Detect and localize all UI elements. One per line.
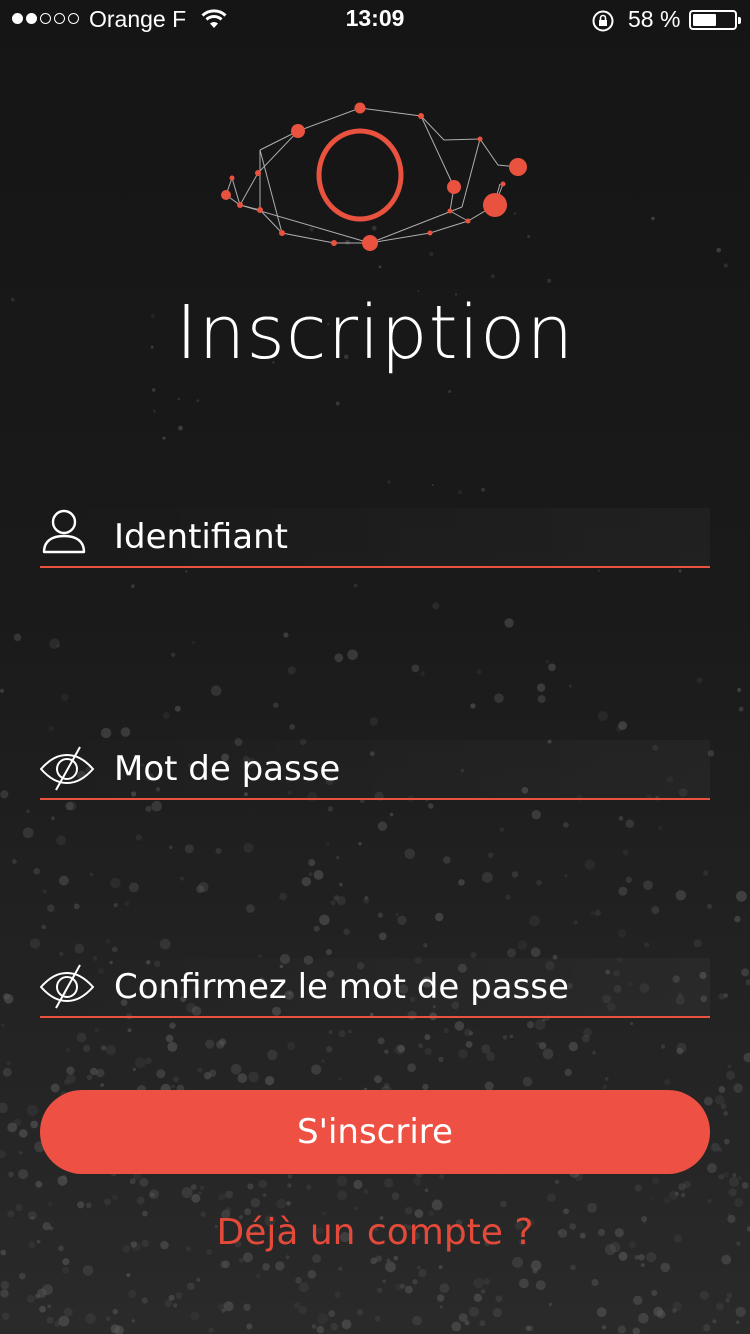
status-bar: Orange F 13:09 58 % — [0, 0, 750, 40]
user-icon — [42, 509, 86, 554]
page-title: Inscription — [175, 290, 575, 376]
battery-icon — [689, 10, 741, 30]
password-field[interactable] — [40, 740, 710, 800]
battery-percentage: 58 % — [628, 6, 681, 32]
username-input[interactable] — [114, 512, 704, 562]
signup-screen: Orange F 13:09 58 % Inscription Identifi… — [0, 0, 750, 1334]
eye-network-logo — [221, 102, 527, 251]
already-have-account-link[interactable]: Déjà un compte ? — [0, 1212, 750, 1253]
signup-button[interactable]: S'inscrire — [40, 1090, 710, 1174]
username-field[interactable] — [40, 508, 710, 568]
eye-slash-icon[interactable] — [40, 740, 96, 796]
confirm-password-field[interactable] — [40, 958, 710, 1018]
password-input[interactable] — [114, 744, 704, 794]
confirm-password-input[interactable] — [114, 962, 704, 1012]
orientation-lock-icon — [592, 10, 614, 32]
eye-slash-icon[interactable] — [40, 958, 96, 1014]
